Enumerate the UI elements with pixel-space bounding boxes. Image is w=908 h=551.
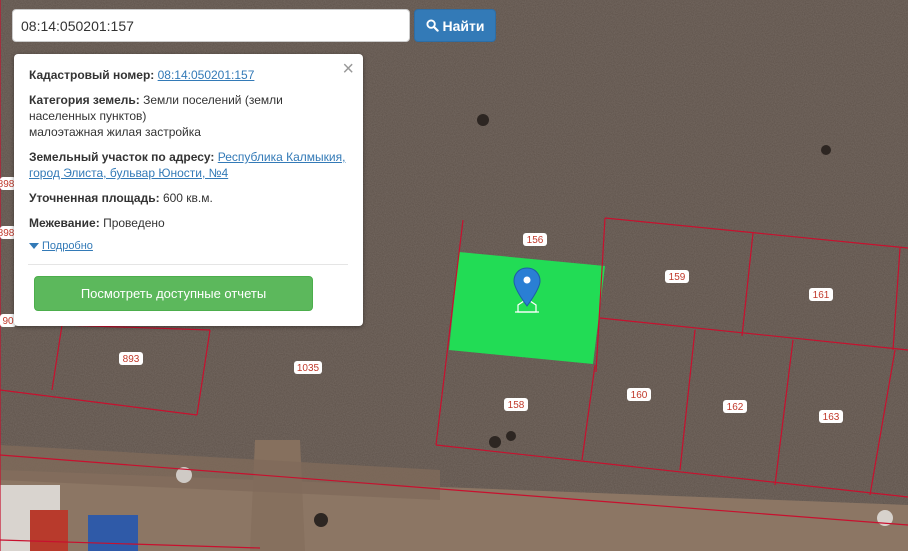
tree: [477, 114, 489, 126]
land-category-value-3: малоэтажная жилая застройка: [29, 125, 201, 139]
tree: [314, 513, 328, 527]
svg-text:162: 162: [727, 402, 744, 413]
svg-text:163: 163: [823, 412, 840, 423]
building-red-roof: [30, 510, 68, 551]
land-category-label: Категория земель:: [29, 93, 140, 107]
more-details-link[interactable]: Подробно: [42, 238, 93, 254]
building-blue-roof: [88, 515, 138, 551]
survey-value: Проведено: [103, 216, 165, 230]
land-category-value-2: населенных пунктов): [29, 109, 147, 123]
svg-text:159: 159: [669, 272, 686, 283]
parcel-label-158: 158: [504, 398, 528, 411]
parcel-label-1035: 1035: [294, 361, 322, 374]
address-link-1[interactable]: Республика Калмыкия,: [218, 150, 346, 164]
svg-text:898: 898: [0, 179, 15, 190]
parcel-label-163: 163: [819, 410, 843, 423]
caret-down-icon: [29, 243, 39, 249]
cadastral-number-label: Кадастровый номер:: [29, 68, 155, 82]
svg-text:156: 156: [527, 235, 544, 246]
more-details-toggle[interactable]: Подробно: [29, 238, 347, 254]
divider: [28, 264, 348, 265]
svg-text:161: 161: [813, 290, 830, 301]
cadastral-number-link[interactable]: 08:14:050201:157: [158, 68, 255, 82]
area-row: Уточненная площадь: 600 кв.м.: [29, 190, 347, 206]
survey-row: Межевание: Проведено: [29, 215, 347, 231]
svg-text:90: 90: [2, 316, 14, 327]
search-input[interactable]: [12, 9, 410, 42]
svg-text:160: 160: [631, 390, 648, 401]
search-button[interactable]: Найти: [414, 9, 496, 42]
land-category-row: Категория земель: Земли поселений (земли…: [29, 92, 347, 140]
cadastral-number-row: Кадастровый номер: 08:14:050201:157: [29, 67, 347, 83]
area-label: Уточненная площадь:: [29, 191, 160, 205]
parcel-label-160: 160: [627, 388, 651, 401]
address-row: Земельный участок по адресу: Республика …: [29, 149, 347, 181]
parcel-label-161: 161: [809, 288, 833, 301]
parcel-label-893: 893: [119, 352, 143, 365]
tree: [489, 436, 501, 448]
svg-text:158: 158: [508, 400, 525, 411]
tree: [821, 145, 831, 155]
dirt-road-vertical: [250, 440, 305, 551]
view-reports-button[interactable]: Посмотреть доступные отчеты: [34, 276, 313, 311]
parcel-label-159: 159: [665, 270, 689, 283]
search-icon: [425, 19, 439, 32]
svg-text:898: 898: [0, 228, 15, 239]
search-button-label: Найти: [442, 17, 485, 34]
parcel-label-156: 156: [523, 233, 547, 246]
tree: [506, 431, 516, 441]
area-value: 600 кв.м.: [162, 191, 213, 205]
parcel-info-popup: × Кадастровый номер: 08:14:050201:157 Ка…: [14, 54, 363, 326]
address-link-2[interactable]: город Элиста, бульвар Юности, №4: [29, 166, 228, 180]
parcel-label-162: 162: [723, 400, 747, 413]
survey-label: Межевание:: [29, 216, 100, 230]
land-category-value-1: Земли поселений (земли: [143, 93, 283, 107]
svg-text:893: 893: [123, 354, 140, 365]
svg-text:1035: 1035: [297, 363, 320, 374]
address-label: Земельный участок по адресу:: [29, 150, 215, 164]
close-icon[interactable]: ×: [342, 59, 354, 79]
